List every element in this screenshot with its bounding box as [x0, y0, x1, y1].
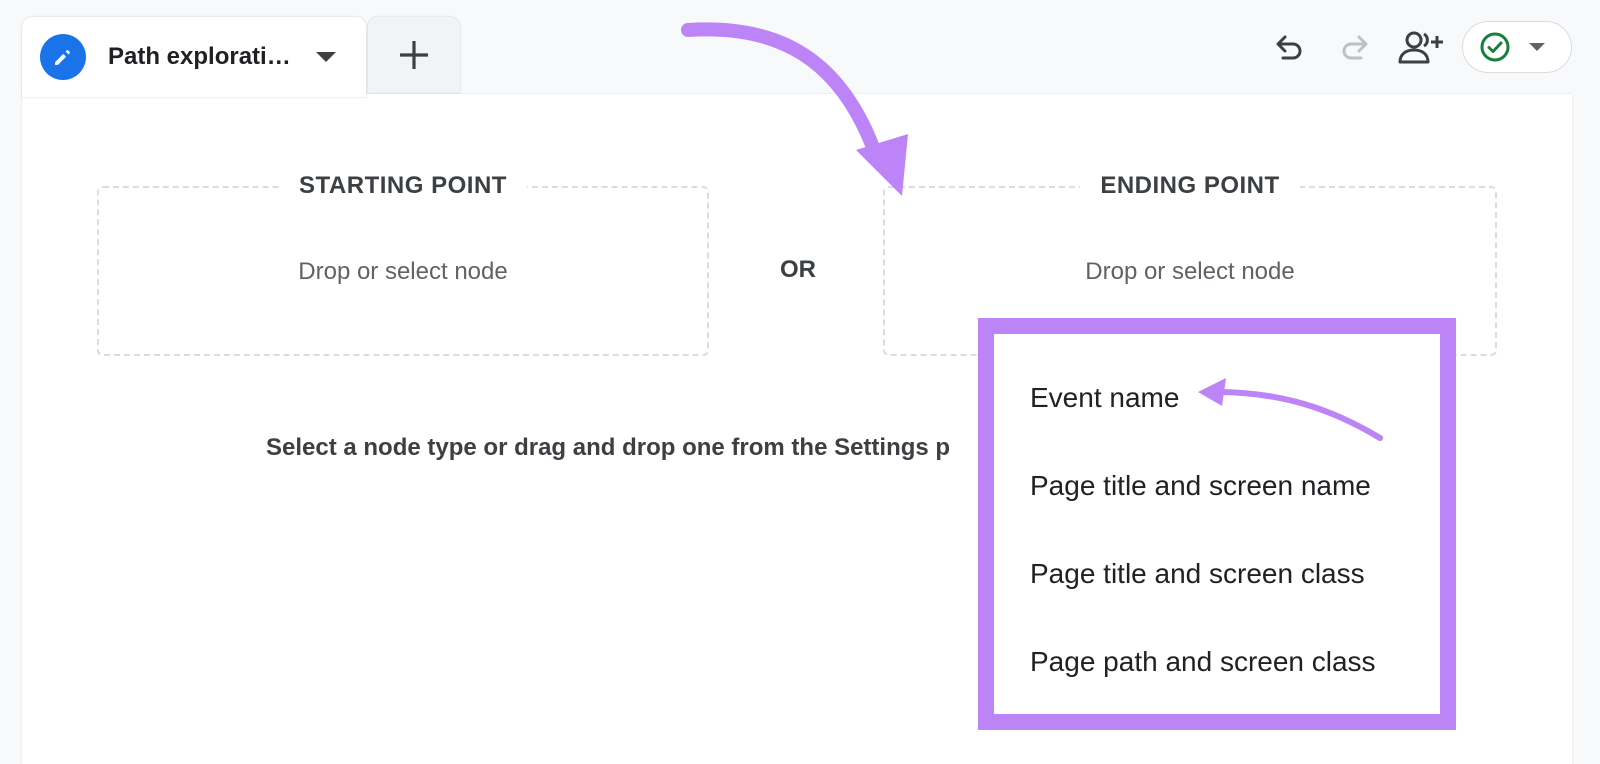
- ending-point-hint: Drop or select node: [1085, 258, 1295, 285]
- check-circle-icon: [1480, 32, 1510, 62]
- starting-point-dropzone[interactable]: STARTING POINT Drop or select node: [97, 172, 709, 356]
- share-button[interactable]: [1396, 28, 1446, 68]
- save-status-menu[interactable]: [1462, 21, 1572, 73]
- starting-point-title: STARTING POINT: [279, 172, 527, 199]
- node-type-menu: Event name Page title and screen name Pa…: [978, 318, 1456, 730]
- plus-icon: [400, 41, 428, 69]
- tab-title: Path explorati…: [108, 43, 291, 70]
- pencil-icon: [40, 34, 86, 80]
- or-label: OR: [780, 256, 816, 283]
- redo-button[interactable]: [1336, 28, 1376, 68]
- tab-path-exploration[interactable]: Path explorati…: [22, 17, 366, 97]
- path-exploration-page: Path explorati… STARTING POINT Drop or s…: [0, 0, 1600, 764]
- ending-point-title: ENDING POINT: [1080, 172, 1300, 199]
- redo-icon: [1342, 35, 1368, 60]
- undo-icon: [1276, 35, 1302, 60]
- menu-item-page-path-screen-class[interactable]: Page path and screen class: [1030, 646, 1376, 678]
- menu-item-page-title-screen-name[interactable]: Page title and screen name: [1030, 470, 1371, 502]
- add-person-icon: [1398, 31, 1443, 64]
- menu-item-event-name[interactable]: Event name: [1030, 382, 1179, 414]
- chevron-down-icon: [1529, 43, 1545, 51]
- starting-point-hint: Drop or select node: [298, 258, 508, 285]
- menu-item-page-title-screen-class[interactable]: Page title and screen class: [1030, 558, 1365, 590]
- instruction-text: Select a node type or drag and drop one …: [266, 434, 951, 461]
- undo-button[interactable]: [1268, 28, 1308, 68]
- add-tab-button[interactable]: [368, 17, 460, 93]
- tab-dropdown-icon[interactable]: [316, 52, 336, 62]
